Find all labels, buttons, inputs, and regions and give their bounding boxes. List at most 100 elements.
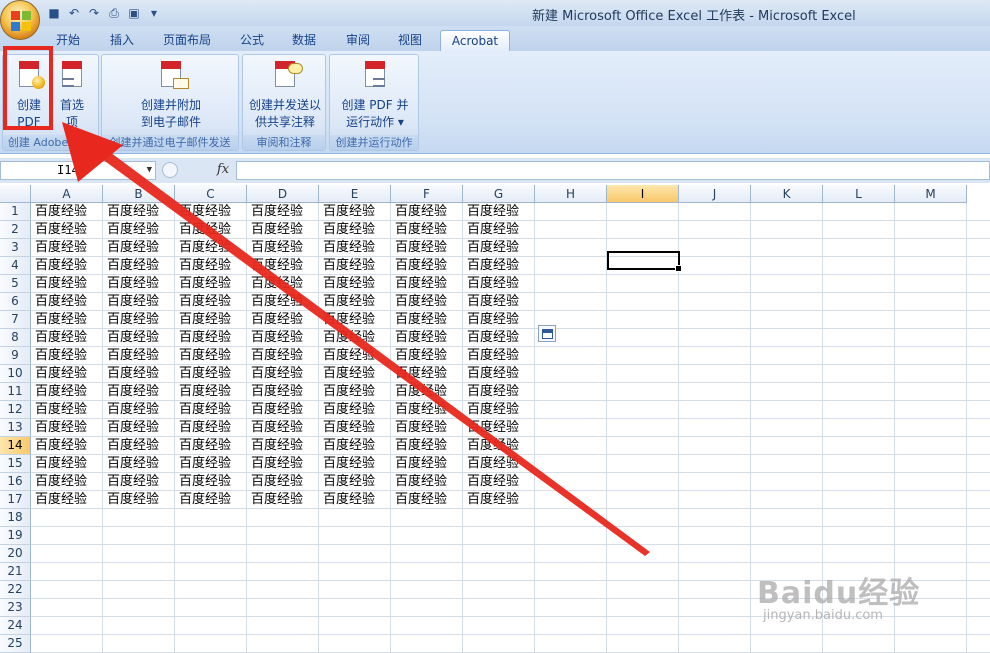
cell-c4[interactable]: 百度经验 (176, 257, 247, 275)
cell-f16[interactable]: 百度经验 (392, 473, 463, 491)
row-header-23[interactable]: 23 (0, 599, 31, 617)
cell-f7[interactable]: 百度经验 (392, 311, 463, 329)
chevron-down-icon[interactable]: ▼ (147, 162, 152, 179)
cell-g15[interactable]: 百度经验 (464, 455, 535, 473)
cell-g10[interactable]: 百度经验 (464, 365, 535, 383)
cell-d14[interactable]: 百度经验 (248, 437, 319, 455)
cell-g8[interactable]: 百度经验 (464, 329, 535, 347)
cell-f17[interactable]: 百度经验 (392, 491, 463, 509)
row-header-10[interactable]: 10 (0, 365, 31, 383)
cell-f4[interactable]: 百度经验 (392, 257, 463, 275)
cell-a17[interactable]: 百度经验 (32, 491, 103, 509)
cell-d9[interactable]: 百度经验 (248, 347, 319, 365)
attach-email-button[interactable]: 创建并附加 到电子邮件 (112, 59, 230, 131)
row-header-12[interactable]: 12 (0, 401, 31, 419)
cell-g2[interactable]: 百度经验 (464, 221, 535, 239)
cell-e13[interactable]: 百度经验 (320, 419, 391, 437)
cell-g16[interactable]: 百度经验 (464, 473, 535, 491)
cell-b11[interactable]: 百度经验 (104, 383, 175, 401)
row-header-2[interactable]: 2 (0, 221, 31, 239)
cell-a11[interactable]: 百度经验 (32, 383, 103, 401)
cell-a9[interactable]: 百度经验 (32, 347, 103, 365)
column-header-m[interactable]: M (895, 185, 967, 203)
cell-e15[interactable]: 百度经验 (320, 455, 391, 473)
row-header-21[interactable]: 21 (0, 563, 31, 581)
cell-a3[interactable]: 百度经验 (32, 239, 103, 257)
cell-a14[interactable]: 百度经验 (32, 437, 103, 455)
row-header-20[interactable]: 20 (0, 545, 31, 563)
cell-e14[interactable]: 百度经验 (320, 437, 391, 455)
row-header-24[interactable]: 24 (0, 617, 31, 635)
cell-d5[interactable]: 百度经验 (248, 275, 319, 293)
column-header-e[interactable]: E (319, 185, 391, 203)
cell-b4[interactable]: 百度经验 (104, 257, 175, 275)
cell-f13[interactable]: 百度经验 (392, 419, 463, 437)
cell-f11[interactable]: 百度经验 (392, 383, 463, 401)
cell-a8[interactable]: 百度经验 (32, 329, 103, 347)
cell-b17[interactable]: 百度经验 (104, 491, 175, 509)
cell-d11[interactable]: 百度经验 (248, 383, 319, 401)
cell-b15[interactable]: 百度经验 (104, 455, 175, 473)
quick-print-icon[interactable]: ▣ (126, 5, 142, 21)
preferences-button[interactable]: 首选 项 (51, 59, 93, 131)
column-header-b[interactable]: B (103, 185, 175, 203)
cell-e2[interactable]: 百度经验 (320, 221, 391, 239)
select-all-corner[interactable] (0, 185, 31, 203)
row-header-5[interactable]: 5 (0, 275, 31, 293)
cell-b12[interactable]: 百度经验 (104, 401, 175, 419)
cell-d13[interactable]: 百度经验 (248, 419, 319, 437)
cell-e12[interactable]: 百度经验 (320, 401, 391, 419)
name-box[interactable]: I14 ▼ (0, 161, 156, 180)
cell-a13[interactable]: 百度经验 (32, 419, 103, 437)
cell-f14[interactable]: 百度经验 (392, 437, 463, 455)
tab-formulas[interactable]: 公式 (232, 30, 272, 51)
cell-f1[interactable]: 百度经验 (392, 203, 463, 221)
row-header-7[interactable]: 7 (0, 311, 31, 329)
cell-a16[interactable]: 百度经验 (32, 473, 103, 491)
cell-b5[interactable]: 百度经验 (104, 275, 175, 293)
cell-f5[interactable]: 百度经验 (392, 275, 463, 293)
cell-e8[interactable]: 百度经验 (320, 329, 391, 347)
cell-a6[interactable]: 百度经验 (32, 293, 103, 311)
cell-e5[interactable]: 百度经验 (320, 275, 391, 293)
cell-g13[interactable]: 百度经验 (464, 419, 535, 437)
cell-c16[interactable]: 百度经验 (176, 473, 247, 491)
cell-b13[interactable]: 百度经验 (104, 419, 175, 437)
cell-f6[interactable]: 百度经验 (392, 293, 463, 311)
cell-c2[interactable]: 百度经验 (176, 221, 247, 239)
cell-d10[interactable]: 百度经验 (248, 365, 319, 383)
cell-d12[interactable]: 百度经验 (248, 401, 319, 419)
cell-g4[interactable]: 百度经验 (464, 257, 535, 275)
cell-d7[interactable]: 百度经验 (248, 311, 319, 329)
column-header-f[interactable]: F (391, 185, 463, 203)
cell-f3[interactable]: 百度经验 (392, 239, 463, 257)
column-header-h[interactable]: H (535, 185, 607, 203)
cell-c17[interactable]: 百度经验 (176, 491, 247, 509)
cell-b16[interactable]: 百度经验 (104, 473, 175, 491)
cell-c10[interactable]: 百度经验 (176, 365, 247, 383)
cell-c1[interactable]: 百度经验 (176, 203, 247, 221)
cell-f8[interactable]: 百度经验 (392, 329, 463, 347)
cell-e7[interactable]: 百度经验 (320, 311, 391, 329)
cell-g1[interactable]: 百度经验 (464, 203, 535, 221)
cell-g5[interactable]: 百度经验 (464, 275, 535, 293)
save-icon[interactable]: ■ (46, 5, 62, 21)
cell-b2[interactable]: 百度经验 (104, 221, 175, 239)
cell-b9[interactable]: 百度经验 (104, 347, 175, 365)
cell-e1[interactable]: 百度经验 (320, 203, 391, 221)
cell-a7[interactable]: 百度经验 (32, 311, 103, 329)
row-header-1[interactable]: 1 (0, 203, 31, 221)
column-header-l[interactable]: L (823, 185, 895, 203)
cell-e16[interactable]: 百度经验 (320, 473, 391, 491)
row-header-9[interactable]: 9 (0, 347, 31, 365)
cell-c8[interactable]: 百度经验 (176, 329, 247, 347)
cell-b6[interactable]: 百度经验 (104, 293, 175, 311)
cell-e17[interactable]: 百度经验 (320, 491, 391, 509)
cell-b1[interactable]: 百度经验 (104, 203, 175, 221)
cell-c3[interactable]: 百度经验 (176, 239, 247, 257)
row-header-8[interactable]: 8 (0, 329, 31, 347)
tab-insert[interactable]: 插入 (102, 30, 142, 51)
row-header-11[interactable]: 11 (0, 383, 31, 401)
row-header-15[interactable]: 15 (0, 455, 31, 473)
cell-c9[interactable]: 百度经验 (176, 347, 247, 365)
